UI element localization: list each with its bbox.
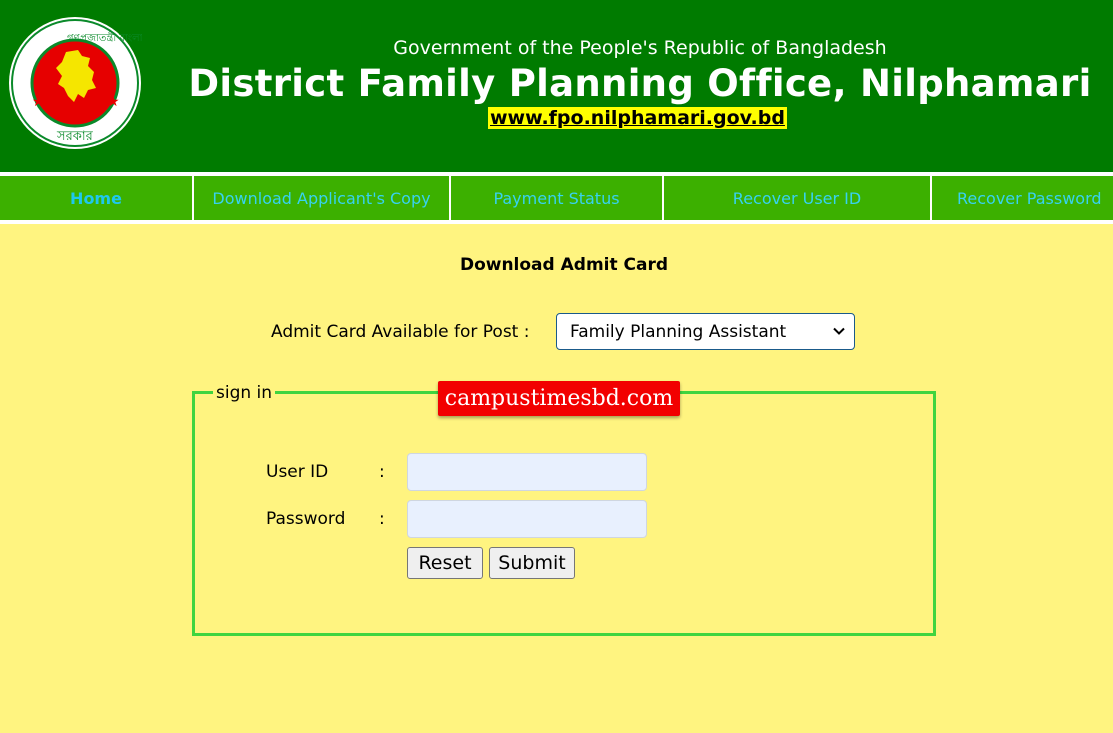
password-colon: : xyxy=(379,509,385,529)
svg-text:সরকার: সরকার xyxy=(56,129,94,144)
post-select-label: Admit Card Available for Post : xyxy=(271,322,530,342)
password-label: Password xyxy=(266,509,346,529)
svg-text:গণপ্রজাতন্ত্রী বাংলাদেশ: গণপ্রজাতন্ত্রী বাংলাদেশ xyxy=(67,31,142,44)
website-link[interactable]: www.fpo.nilphamari.gov.bd xyxy=(488,107,787,129)
post-select-value: Family Planning Assistant xyxy=(570,321,787,342)
nav-recover-user-id[interactable]: Recover User ID xyxy=(664,176,930,220)
nav-recover-password[interactable]: Recover Password xyxy=(932,176,1113,220)
nav-download-applicants-copy[interactable]: Download Applicant's Copy xyxy=(194,176,449,220)
government-seal-logo: ★ ★ গণপ্রজাতন্ত্রী বাংলাদেশ সরকার xyxy=(9,17,142,149)
reset-button[interactable]: Reset xyxy=(407,547,483,579)
user-id-input[interactable] xyxy=(407,453,647,491)
watermark-badge: campustimesbd.com xyxy=(438,381,680,416)
chevron-down-icon xyxy=(833,327,845,335)
password-input[interactable] xyxy=(407,500,647,538)
government-subtitle: Government of the People's Republic of B… xyxy=(393,37,887,59)
svg-text:★: ★ xyxy=(32,94,45,110)
signin-legend: sign in xyxy=(213,383,276,403)
site-header: ★ ★ গণপ্রজাতন্ত্রী বাংলাদেশ সরকার Govern… xyxy=(0,0,1113,172)
post-select[interactable]: Family Planning Assistant xyxy=(556,313,855,350)
nav-home[interactable]: Home xyxy=(0,176,192,220)
page-title: Download Admit Card xyxy=(459,255,669,275)
svg-text:★: ★ xyxy=(107,94,120,110)
user-id-label: User ID xyxy=(266,462,329,482)
submit-button[interactable]: Submit xyxy=(489,547,575,579)
main-nav: Home Download Applicant's Copy Payment S… xyxy=(0,172,1113,224)
user-id-colon: : xyxy=(379,462,385,482)
office-title: District Family Planning Office, Nilpham… xyxy=(188,62,1092,105)
nav-payment-status[interactable]: Payment Status xyxy=(451,176,662,220)
